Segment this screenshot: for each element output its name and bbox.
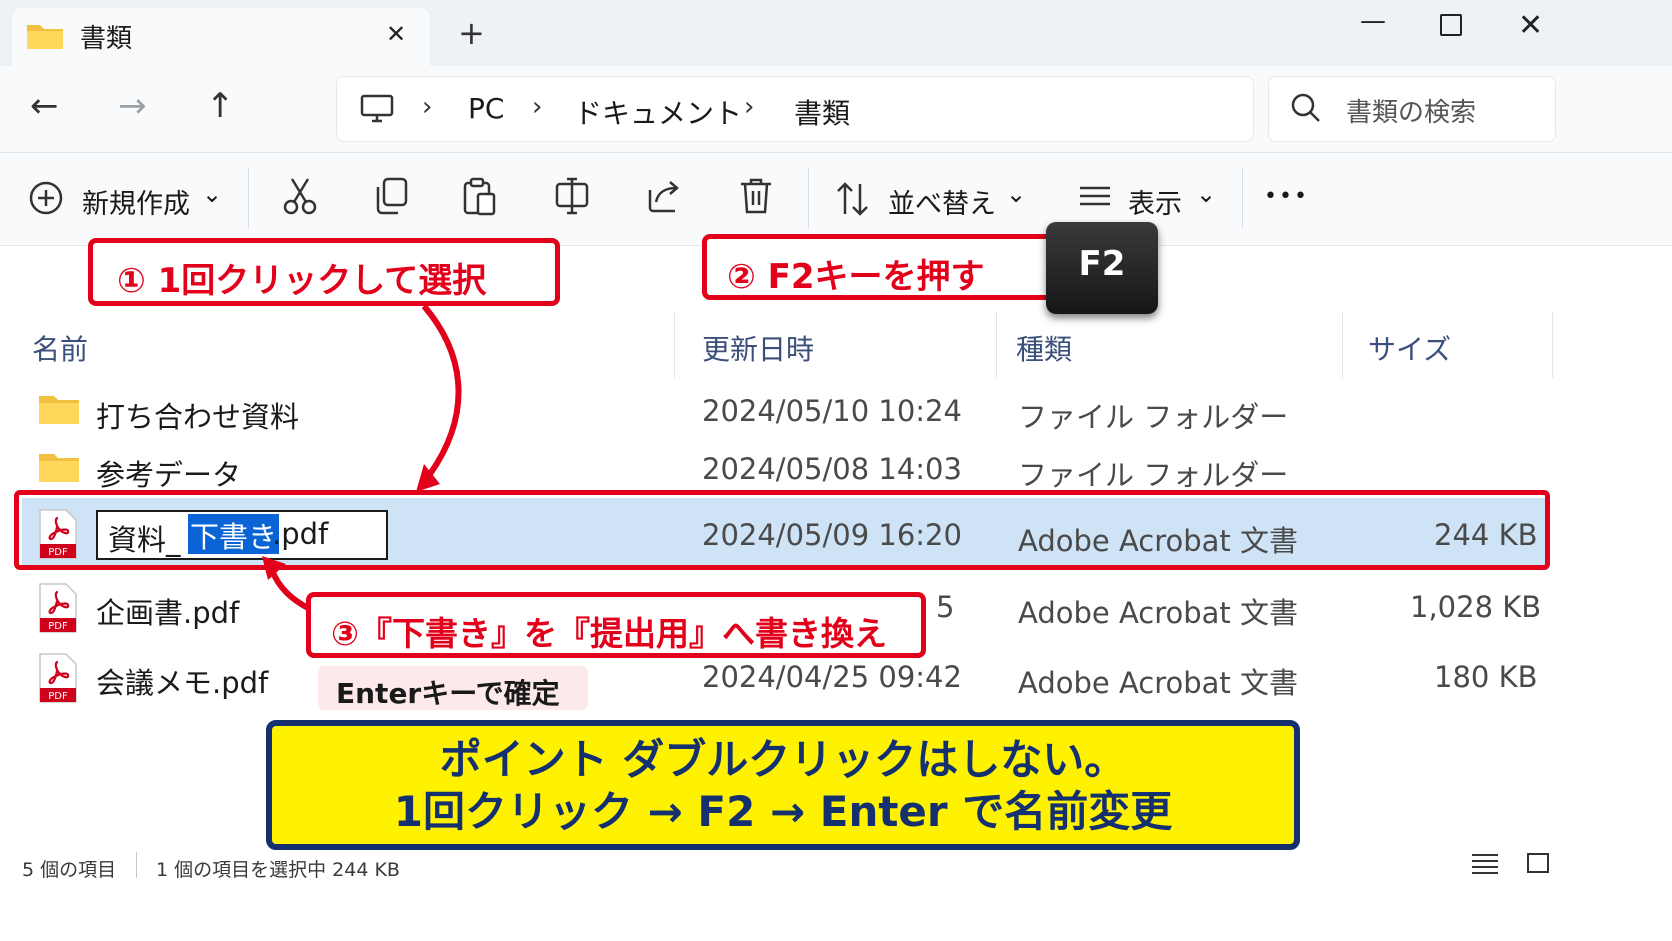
pdf-badge: PDF	[48, 691, 68, 702]
folder-icon	[39, 454, 79, 482]
up-button[interactable]: ↑	[206, 86, 235, 126]
pdf-badge: PDF	[48, 547, 68, 558]
file-date: 5	[936, 590, 955, 624]
file-type: Adobe Acrobat 文書	[1018, 524, 1299, 558]
chevron-down-icon[interactable]: ⌄	[202, 180, 222, 208]
tab-documents[interactable]	[12, 8, 430, 66]
folder-icon	[39, 396, 79, 424]
rename-icon[interactable]	[554, 176, 590, 216]
share-icon[interactable]	[646, 176, 684, 216]
file-size: 1,028 KB	[1410, 590, 1542, 624]
point-line1: ポイント ダブルクリックはしない。	[439, 735, 1127, 784]
chevron-down-icon[interactable]: ⌄	[1006, 180, 1026, 208]
delete-icon[interactable]	[738, 176, 774, 216]
new-tab-button[interactable]: +	[458, 14, 485, 52]
new-button[interactable]: 新規作成	[82, 182, 190, 221]
file-name: 企画書.pdf	[96, 596, 240, 630]
file-date: 2024/05/10 10:24	[702, 394, 962, 428]
more-options-button[interactable]: •••	[1264, 184, 1309, 209]
file-type: ファイル フォルダー	[1018, 400, 1289, 434]
sort-icon	[837, 182, 868, 216]
pdf-icon: PDF	[39, 653, 77, 703]
forward-button[interactable]: →	[118, 86, 147, 126]
file-type: ファイル フォルダー	[1018, 458, 1289, 492]
breadcrumb-separator: ›	[422, 92, 433, 122]
column-divider[interactable]	[996, 312, 997, 378]
paste-icon[interactable]	[462, 176, 498, 216]
file-type: Adobe Acrobat 文書	[1018, 666, 1299, 700]
sort-button[interactable]: 並べ替え	[888, 182, 996, 221]
add-icon	[29, 181, 63, 215]
status-selection: 1 個の項目を選択中 244 KB	[156, 859, 400, 881]
column-header-modified[interactable]: 更新日時	[702, 328, 814, 368]
copy-icon[interactable]	[374, 176, 410, 216]
computer-icon	[360, 94, 394, 123]
close-window-button[interactable]: ✕	[1518, 8, 1543, 43]
tiles-view-icon[interactable]	[1526, 852, 1550, 874]
status-item-count: 5 個の項目	[22, 859, 117, 881]
divider	[136, 852, 137, 878]
file-size: 244 KB	[1434, 518, 1538, 552]
file-name: 打ち合わせ資料	[96, 400, 300, 434]
point-line2: 1回クリック → F2 → Enter で名前変更	[393, 787, 1173, 836]
cut-icon[interactable]	[282, 176, 318, 216]
column-header-size[interactable]: サイズ	[1368, 328, 1451, 368]
search-icon	[1291, 93, 1320, 122]
step1-callout: ① 1回クリックして選択	[88, 238, 560, 306]
view-icon	[1080, 186, 1110, 206]
pdf-badge: PDF	[48, 621, 68, 632]
pdf-icon: PDF	[39, 509, 77, 559]
column-divider[interactable]	[1552, 312, 1553, 378]
divider	[1242, 168, 1243, 228]
file-date: 2024/05/09 16:20	[702, 518, 962, 552]
details-view-icon[interactable]	[1470, 852, 1500, 874]
enter-note: Enterキーで確定	[318, 666, 588, 710]
f2-key-icon: F2	[1046, 222, 1158, 314]
file-date: 2024/04/25 09:42	[702, 660, 962, 694]
maximize-button[interactable]	[1440, 14, 1462, 36]
column-divider[interactable]	[1342, 312, 1343, 378]
column-header-type[interactable]: 種類	[1016, 328, 1072, 368]
tab-close-button[interactable]: ✕	[386, 20, 406, 48]
search-placeholder: 書類の検索	[1346, 98, 1477, 128]
file-date: 2024/05/08 14:03	[702, 452, 962, 486]
tab-title: 書類	[80, 24, 133, 54]
breadcrumb-separator: ›	[532, 92, 543, 122]
divider	[808, 168, 809, 228]
pdf-icon: PDF	[39, 583, 77, 633]
back-button[interactable]: ←	[30, 86, 59, 126]
rename-text-suffix: .pdf	[272, 517, 329, 551]
breadcrumb-separator: ›	[744, 92, 755, 122]
file-type: Adobe Acrobat 文書	[1018, 596, 1299, 630]
step3-callout: ③『下書き』を『提出用』へ書き換え	[306, 592, 926, 658]
minimize-button[interactable]: —	[1360, 6, 1386, 36]
divider	[248, 168, 249, 228]
file-size: 180 KB	[1434, 660, 1538, 694]
rename-text-selected: 下書き	[188, 514, 280, 554]
view-button[interactable]: 表示	[1128, 182, 1182, 221]
file-name: 会議メモ.pdf	[96, 666, 269, 700]
breadcrumb-documents[interactable]: ドキュメント	[574, 92, 742, 132]
breadcrumb-pc[interactable]: PC	[468, 92, 504, 125]
column-header-name[interactable]: 名前	[32, 328, 88, 368]
folder-icon	[27, 25, 63, 49]
chevron-down-icon[interactable]: ⌄	[1196, 180, 1216, 208]
breadcrumb-current[interactable]: 書類	[794, 92, 850, 132]
step2-callout: ② F2キーを押す	[702, 234, 1056, 300]
file-name: 参考データ	[96, 458, 242, 492]
rename-text-prefix: 資料_	[108, 523, 181, 557]
column-divider[interactable]	[674, 312, 675, 378]
point-box: ポイント ダブルクリックはしない。 1回クリック → F2 → Enter で名…	[266, 720, 1300, 850]
